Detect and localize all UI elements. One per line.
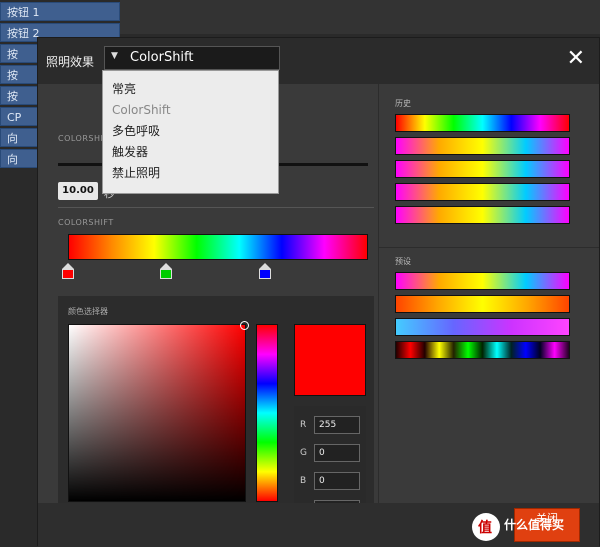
dropdown-option[interactable]: 触发器 — [103, 142, 278, 163]
dropdown-option[interactable]: 禁止照明 — [103, 163, 278, 184]
history-strip[interactable] — [395, 183, 570, 201]
watermark-logo: 值 — [472, 513, 500, 541]
preset-strip[interactable] — [395, 341, 570, 359]
stop-swatch — [160, 269, 172, 279]
chevron-down-icon: ▼ — [111, 51, 118, 61]
close-icon[interactable]: ✕ — [567, 48, 585, 70]
dropdown-option[interactable]: 常亮 — [103, 79, 278, 100]
watermark-logo-text: 值 — [478, 520, 492, 536]
colors-section-label: COLORSHIFT — [58, 218, 114, 227]
hue-slider[interactable] — [256, 324, 278, 502]
history-strip[interactable] — [395, 137, 570, 155]
b-input[interactable]: 0 — [314, 472, 360, 490]
stop-swatch — [62, 269, 74, 279]
background-toolbar — [120, 0, 600, 34]
color-picker-title: 颜色选择器 — [68, 307, 108, 316]
background-item[interactable]: 按钮 1 — [0, 2, 120, 21]
panel-separator — [378, 84, 379, 504]
r-input[interactable]: 255 — [314, 416, 360, 434]
saturation-brightness-area[interactable] — [68, 321, 249, 502]
history-label: 历史 — [395, 99, 411, 108]
dialog-title: 照明效果 — [46, 55, 95, 69]
right-panel-separator — [379, 247, 599, 248]
stop-swatch — [259, 269, 271, 279]
effect-dropdown-menu: 常亮 ColorShift 多色呼吸 触发器 禁止照明 — [102, 70, 279, 194]
g-input[interactable]: 0 — [314, 444, 360, 462]
section-divider — [58, 207, 374, 208]
effect-select[interactable]: ▼ ColorShift — [104, 46, 280, 70]
g-label: G — [300, 448, 307, 458]
speed-input[interactable]: 10.00 — [58, 182, 98, 200]
preset-strip[interactable] — [395, 318, 570, 336]
preset-strip[interactable] — [395, 295, 570, 313]
color-stop-handle[interactable] — [62, 263, 74, 279]
picker-cursor[interactable] — [240, 321, 249, 330]
preset-strip[interactable] — [395, 272, 570, 290]
r-label: R — [300, 420, 307, 430]
history-strip[interactable] — [395, 160, 570, 178]
watermark-text: 什么值得买 — [504, 518, 565, 532]
color-preview — [294, 324, 366, 396]
dropdown-option[interactable]: ColorShift — [103, 100, 278, 121]
color-stop-handle[interactable] — [259, 263, 271, 279]
b-label: B — [300, 476, 307, 486]
effect-select-value: ColorShift — [130, 50, 194, 65]
color-picker-panel: 颜色选择器 R 255 G 0 B 0 # ff0000 ▼ — [58, 296, 374, 536]
gradient-bar[interactable] — [68, 234, 368, 260]
preset-label: 预设 — [395, 257, 411, 266]
history-strip[interactable] — [395, 206, 570, 224]
color-stop-handle[interactable] — [160, 263, 172, 279]
dropdown-option[interactable]: 多色呼吸 — [103, 121, 278, 142]
history-strip[interactable] — [395, 114, 570, 132]
